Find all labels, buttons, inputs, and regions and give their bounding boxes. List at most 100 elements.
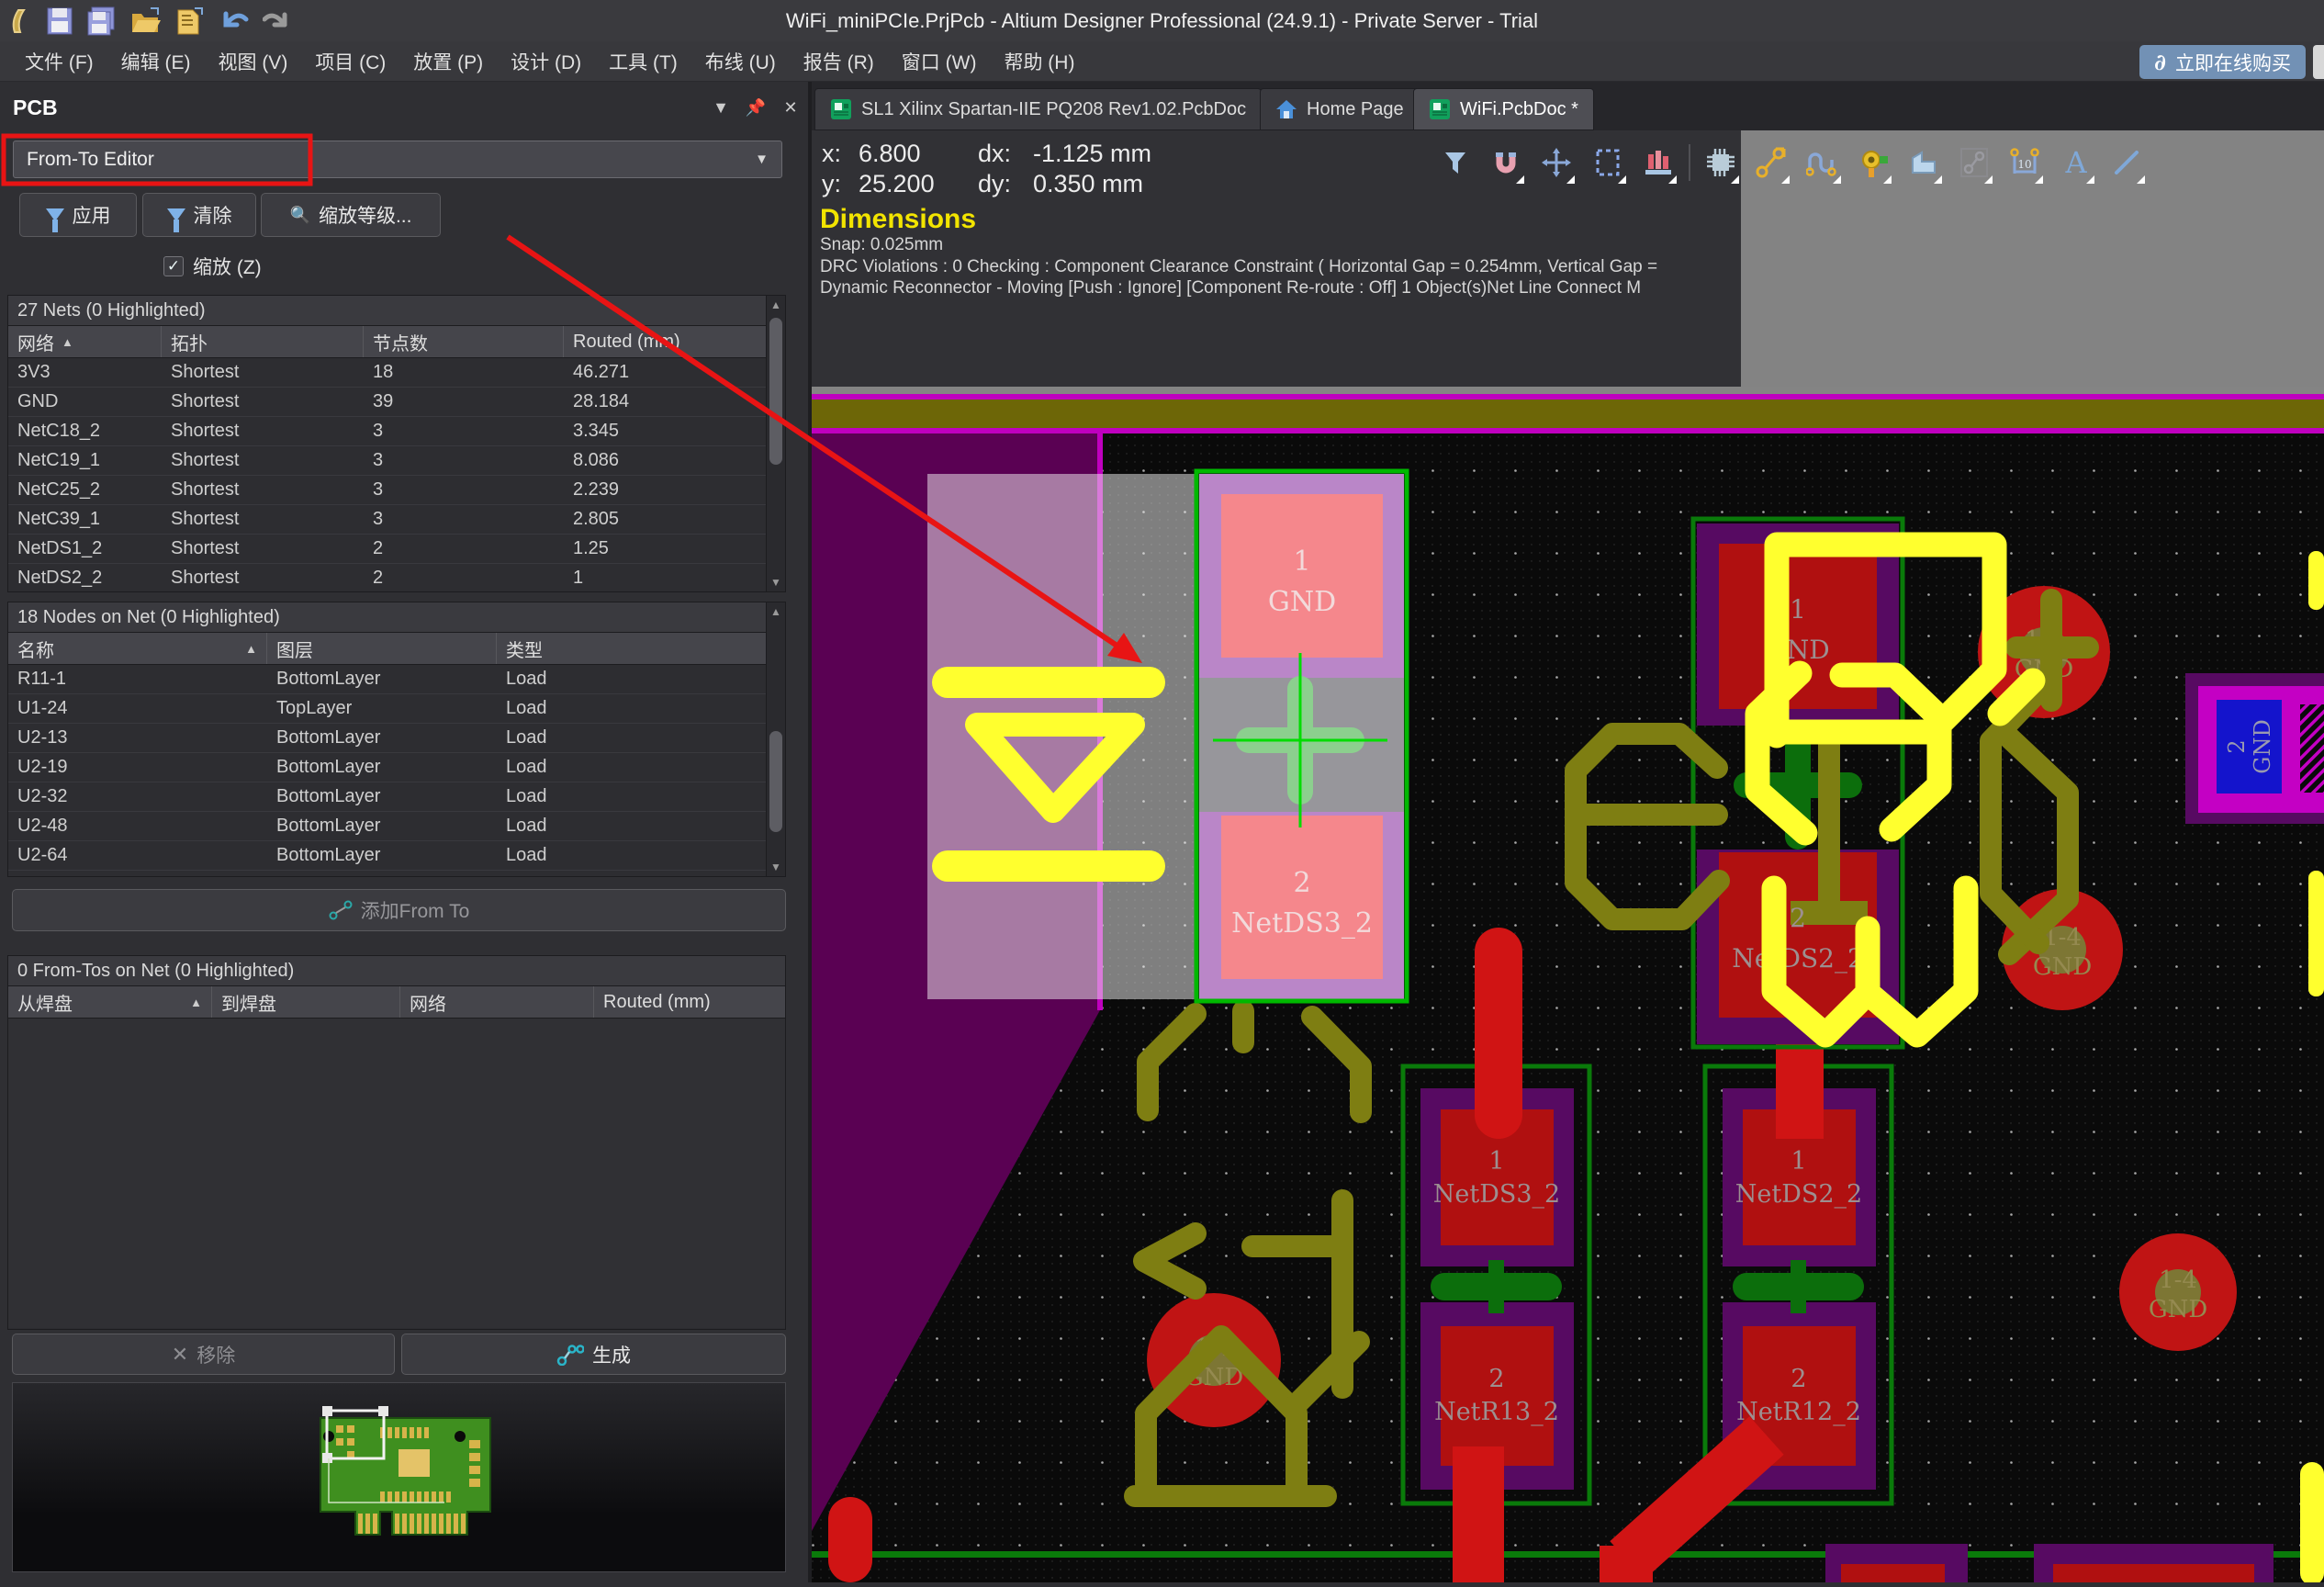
text-string-icon[interactable]: A: [2056, 140, 2096, 186]
scroll-up-icon[interactable]: ▲: [767, 602, 785, 621]
svg-text:2: 2: [1790, 903, 1806, 933]
board-thumbnail: [13, 1383, 785, 1571]
route-icon[interactable]: [1751, 140, 1791, 186]
title-bar: WiFi_miniPCIe.PrjPcb - Altium Designer P…: [0, 0, 2324, 41]
node-row[interactable]: U2-13BottomLayerLoad: [8, 724, 785, 753]
sheet-edge: [812, 387, 2324, 394]
filter-icon[interactable]: [1435, 140, 1476, 186]
menu-project[interactable]: 项目 (C): [303, 42, 398, 81]
panel-close-icon[interactable]: ✕: [773, 98, 808, 118]
menu-window[interactable]: 窗口 (W): [890, 42, 989, 81]
add-fromto-button[interactable]: 添加From To: [12, 889, 786, 931]
net-row[interactable]: NetC19_1Shortest38.086: [8, 446, 785, 476]
net-row[interactable]: NetDS2_2Shortest21: [8, 564, 785, 592]
tab-sl1-pcbdoc[interactable]: SL1 Xilinx Spartan-IIE PQ208 Rev1.02.Pcb…: [814, 88, 1262, 130]
polygon-pour-icon[interactable]: [1903, 140, 1944, 186]
zoom-checkbox[interactable]: ✓: [163, 256, 184, 276]
menu-route[interactable]: 布线 (U): [693, 42, 788, 81]
tune-icon[interactable]: [1802, 140, 1843, 186]
open-folder-icon[interactable]: [130, 6, 162, 36]
edge-button[interactable]: [2313, 45, 2324, 79]
col-topad[interactable]: 到焊盘: [212, 986, 400, 1018]
svg-text:1: 1: [1488, 1147, 1504, 1176]
node-row[interactable]: U2-19BottomLayerLoad: [8, 753, 785, 782]
nets-scrollbar[interactable]: ▲ ▼: [766, 296, 785, 591]
dimension-icon[interactable]: 10: [2004, 140, 2045, 186]
col-routed2[interactable]: Routed (mm): [594, 986, 766, 1018]
magnet-icon[interactable]: [1486, 140, 1526, 186]
nets-table-title: 27 Nets (0 Highlighted): [8, 296, 785, 326]
board-preview-panel[interactable]: [12, 1382, 786, 1572]
svg-text:1: 1: [1790, 594, 1806, 625]
node-row[interactable]: U2-64BottomLayerLoad: [8, 841, 785, 871]
col-nodecount[interactable]: 节点数: [364, 326, 564, 357]
component-icon[interactable]: [1701, 140, 1741, 186]
col-frompad[interactable]: 从焊盘▲: [8, 986, 212, 1018]
col-type[interactable]: 类型: [497, 633, 766, 664]
save-icon[interactable]: [46, 6, 73, 36]
menu-reports[interactable]: 报告 (R): [792, 42, 886, 81]
svg-text:2: 2: [1293, 867, 1310, 899]
svg-text:NetDS2_2: NetDS2_2: [1735, 1180, 1862, 1209]
scroll-down-icon[interactable]: ▼: [767, 573, 785, 591]
buy-online-button[interactable]: ∂ 立即在线购买: [2139, 45, 2306, 79]
tab-home-page[interactable]: Home Page: [1260, 88, 1420, 130]
col-layer[interactable]: 图层: [267, 633, 497, 664]
col-net[interactable]: 网络▲: [8, 326, 162, 357]
filter-icon: [46, 208, 64, 221]
menu-tools[interactable]: 工具 (T): [597, 42, 690, 81]
fromtos-empty-body[interactable]: [8, 1019, 785, 1328]
node-row[interactable]: U2-48BottomLayerLoad: [8, 812, 785, 841]
redo-icon[interactable]: [263, 6, 290, 36]
panel-dropdown-icon[interactable]: ▼: [703, 98, 738, 118]
node-row[interactable]: R11-1BottomLayerLoad: [8, 665, 785, 694]
col-topology[interactable]: 拓扑: [162, 326, 364, 357]
node-row[interactable]: U1-24TopLayerLoad: [8, 694, 785, 724]
pcb-canvas[interactable]: 1 NetDS3_2 2 NetR13_2 1 NetDS2_2 2 NetR1…: [812, 387, 2324, 1582]
footprint-ds3-selected[interactable]: 1 GND 2 NetDS3_2: [1196, 471, 1407, 1001]
scroll-up-icon[interactable]: ▲: [767, 296, 785, 314]
fromto-icon: [329, 900, 353, 920]
save-all-icon[interactable]: [86, 6, 118, 36]
svg-text:10: 10: [2018, 158, 2032, 171]
open-document-icon[interactable]: [174, 6, 206, 36]
net-row[interactable]: NetC25_2Shortest32.239: [8, 476, 785, 505]
altium-logo-icon: [9, 6, 33, 36]
col-net2[interactable]: 网络: [400, 986, 594, 1018]
nodes-scrollbar[interactable]: ▲ ▼: [766, 602, 785, 876]
clear-button[interactable]: 清除: [142, 193, 256, 237]
menu-file[interactable]: 文件 (F): [13, 42, 106, 81]
panel-pin-icon[interactable]: 📌: [738, 98, 773, 118]
net-row[interactable]: NetC39_1Shortest32.805: [8, 505, 785, 535]
select-area-icon[interactable]: [1588, 140, 1628, 186]
net-row[interactable]: 3V3Shortest1846.271: [8, 358, 785, 388]
net-row[interactable]: NetC18_2Shortest33.345: [8, 417, 785, 446]
apply-button[interactable]: 应用: [19, 193, 137, 237]
panel-mode-select[interactable]: From-To Editor ▼: [13, 141, 782, 178]
net-row[interactable]: GNDShortest3928.184: [8, 388, 785, 417]
svg-text:1-4: 1-4: [2159, 1266, 2197, 1294]
menu-edit[interactable]: 编辑 (E): [109, 42, 203, 81]
col-routed[interactable]: Routed (mm): [564, 326, 766, 357]
line-icon[interactable]: [2106, 140, 2147, 186]
net-row[interactable]: NetDS1_2Shortest21.25: [8, 535, 785, 564]
undo-icon[interactable]: [219, 6, 250, 36]
remove-button[interactable]: ✕ 移除: [12, 1334, 395, 1375]
menu-place[interactable]: 放置 (P): [401, 42, 495, 81]
scroll-down-icon[interactable]: ▼: [767, 858, 785, 876]
generate-button[interactable]: 生成: [401, 1334, 786, 1375]
node-row[interactable]: U2-32BottomLayerLoad: [8, 782, 785, 812]
fromto-icon[interactable]: [1954, 140, 1994, 186]
col-name[interactable]: 名称▲: [8, 633, 267, 664]
svg-text:NetDS3_2: NetDS3_2: [1231, 907, 1373, 940]
zoom-level-button[interactable]: 🔍 缩放等级...: [261, 193, 441, 237]
menu-help[interactable]: 帮助 (H): [992, 42, 1086, 81]
move-icon[interactable]: [1536, 140, 1577, 186]
menu-design[interactable]: 设计 (D): [499, 42, 593, 81]
cursor-readout: x:6.800 dx:-1.125 mm y:25.200 dy:0.350 m…: [822, 140, 1151, 198]
room-icon[interactable]: [1638, 140, 1678, 186]
sort-asc-icon: ▲: [62, 335, 73, 349]
menu-view[interactable]: 视图 (V): [206, 42, 299, 81]
via-icon[interactable]: [1853, 140, 1893, 186]
tab-wifi-pcbdoc[interactable]: WiFi.PcbDoc *: [1413, 88, 1594, 130]
